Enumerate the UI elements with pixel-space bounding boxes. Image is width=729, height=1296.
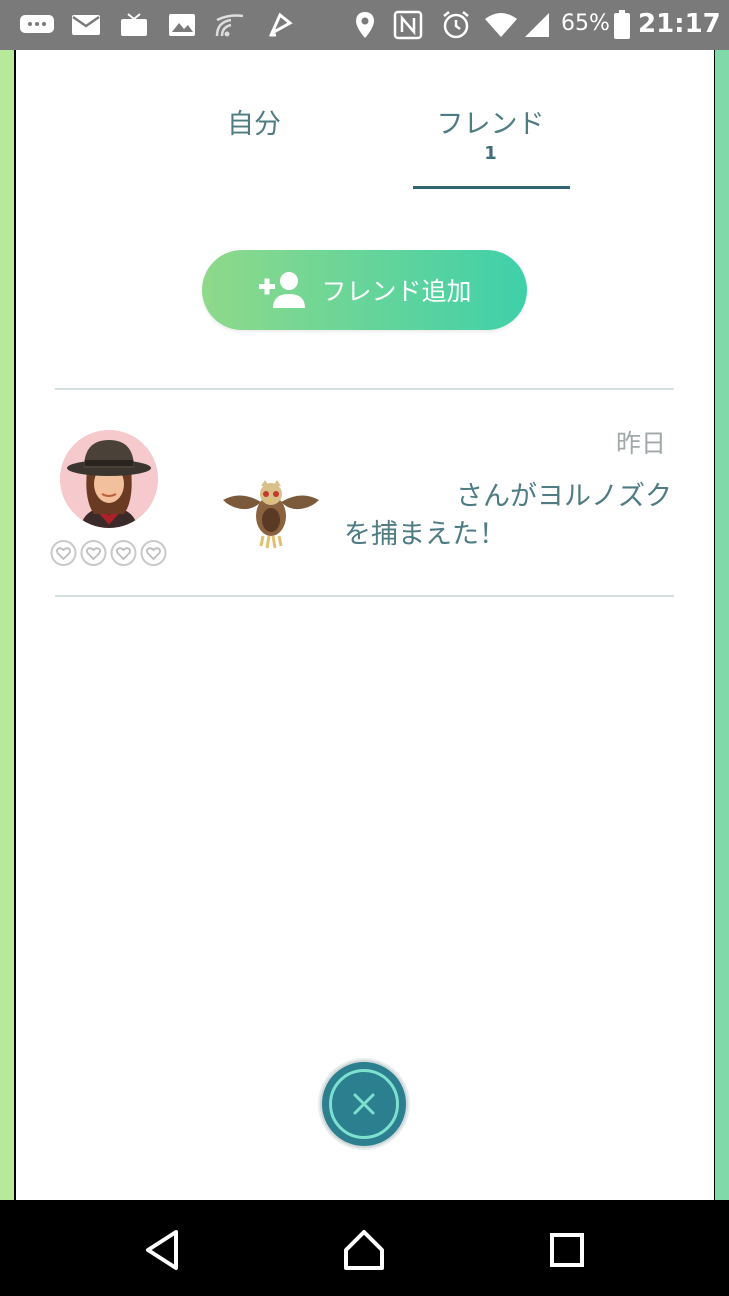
add-friend-label: フレンド追加 <box>321 277 472 306</box>
home-icon[interactable] <box>342 1228 386 1272</box>
friendship-hearts <box>50 540 167 566</box>
friends-panel: 自分 フレンド 1 フレンド追加 昨日 さんがヨルノズクを捕まえた！ <box>16 50 714 1200</box>
friend-avatar[interactable] <box>60 430 158 528</box>
friend-count: 1 <box>484 143 497 164</box>
active-tab-indicator <box>413 186 570 189</box>
battery-percent: 65% <box>561 11 610 36</box>
image-icon <box>167 10 197 40</box>
battery-icon <box>612 10 632 40</box>
status-bar: 65% 21:17 <box>0 0 729 50</box>
close-ring <box>329 1069 399 1139</box>
list-divider-bottom <box>55 595 674 597</box>
heart-icon <box>140 540 167 566</box>
noctowl-icon <box>221 478 321 550</box>
activity-message: さんがヨルノズクを捕まえた！ <box>344 481 672 550</box>
nfc-icon <box>392 10 424 40</box>
tv-icon <box>118 10 150 40</box>
ticket-icon <box>265 10 295 40</box>
add-friend-button[interactable]: フレンド追加 <box>202 250 527 330</box>
friends-screen: 自分 フレンド 1 フレンド追加 昨日 さんがヨルノズクを捕まえた！ <box>0 50 729 1200</box>
wifi-icon <box>483 10 519 40</box>
mail-icon <box>70 10 102 40</box>
add-person-icon <box>259 272 306 308</box>
heart-icon <box>110 540 137 566</box>
activity-timestamp: 昨日 <box>615 429 666 458</box>
recents-icon[interactable] <box>545 1228 589 1272</box>
back-icon[interactable] <box>140 1228 184 1272</box>
tab-friends[interactable]: フレンド <box>413 102 568 141</box>
list-divider-top <box>55 388 674 390</box>
close-button[interactable] <box>320 1060 408 1148</box>
signal-icon <box>522 10 552 40</box>
cast-icon <box>212 10 248 40</box>
chat-icon <box>18 10 56 40</box>
clock: 21:17 <box>638 9 721 39</box>
tab-self[interactable]: 自分 <box>179 102 329 141</box>
alarm-icon <box>440 10 472 40</box>
heart-icon <box>50 540 77 566</box>
close-icon <box>353 1093 375 1115</box>
navigation-bar <box>0 1200 729 1296</box>
heart-icon <box>80 540 107 566</box>
location-icon <box>353 10 377 40</box>
